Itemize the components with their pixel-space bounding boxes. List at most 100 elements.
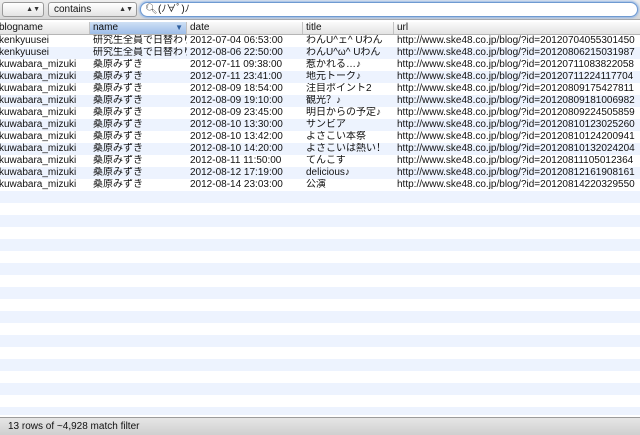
table-body[interactable]: kenkyuusei 研究生全員で日替わり 2012-07-04 06:53:00 わ… — [0, 35, 640, 415]
empty-row[interactable] — [0, 263, 640, 275]
cell-blogname: kuwabara_mizuki — [0, 107, 77, 118]
empty-row[interactable] — [0, 275, 640, 287]
table-row[interactable]: kuwabara_mizuki 桑原みずき 2012-08-10 13:30:00 サ… — [0, 119, 640, 131]
cell-blogname: kuwabara_mizuki — [0, 179, 77, 190]
empty-row[interactable] — [0, 383, 640, 395]
empty-row[interactable] — [0, 347, 640, 359]
cell-url: http://www.ske48.co.jp/blog/?id=20120810… — [397, 143, 635, 154]
empty-row[interactable] — [0, 407, 640, 415]
cell-title: よさこいは熱い！ — [306, 143, 386, 154]
table-row[interactable]: kuwabara_mizuki 桑原みずき 2012-08-10 13:42:00 よ… — [0, 131, 640, 143]
cell-date: 2012-08-11 11:50:00 — [190, 155, 282, 166]
filter-search-value: (ﾉ∀ﾟ)ﾉ — [158, 4, 190, 15]
operator-popup[interactable]: contains ▲▼ — [48, 2, 137, 17]
cell-title: 地元トーク♪ — [306, 71, 361, 82]
table-header: blogname name ▼ date title url — [0, 22, 640, 35]
cell-blogname: kuwabara_mizuki — [0, 155, 77, 166]
cell-name: 研究生全員で日替わり — [93, 35, 187, 46]
table-row[interactable]: kuwabara_mizuki 桑原みずき 2012-08-09 18:54:00 注… — [0, 83, 640, 95]
cell-date: 2012-08-10 13:42:00 — [190, 131, 283, 142]
cell-date: 2012-08-10 13:30:00 — [190, 119, 283, 130]
cell-url: http://www.ske48.co.jp/blog/?id=20120814… — [397, 179, 635, 190]
empty-row[interactable] — [0, 287, 640, 299]
cell-url: http://www.ske48.co.jp/blog/?id=20120809… — [397, 95, 635, 106]
status-bar: 13 rows of ~4,928 match filter — [0, 417, 640, 435]
table-row[interactable]: kuwabara_mizuki 桑原みずき 2012-08-12 17:19:00 d… — [0, 167, 640, 179]
column-header-name[interactable]: name ▼ — [90, 22, 187, 34]
empty-row[interactable] — [0, 371, 640, 383]
cell-title: 明日からの予定♪ — [306, 107, 381, 118]
cell-url: http://www.ske48.co.jp/blog/?id=20120806… — [397, 47, 635, 58]
cell-name: 研究生全員で日替わり — [93, 47, 187, 58]
cell-blogname: kuwabara_mizuki — [0, 71, 77, 82]
cell-url: http://www.ske48.co.jp/blog/?id=20120809… — [397, 107, 635, 118]
empty-row[interactable] — [0, 335, 640, 347]
empty-row[interactable] — [0, 251, 640, 263]
cell-title: サンビア — [306, 119, 346, 130]
cell-url: http://www.ske48.co.jp/blog/?id=20120809… — [397, 83, 634, 94]
cell-blogname: kuwabara_mizuki — [0, 131, 77, 142]
table-row[interactable]: kuwabara_mizuki 桑原みずき 2012-08-10 14:20:00 よ… — [0, 143, 640, 155]
cell-date: 2012-08-09 18:54:00 — [190, 83, 283, 94]
cell-url: http://www.ske48.co.jp/blog/?id=20120810… — [397, 119, 635, 130]
cell-name: 桑原みずき — [93, 71, 143, 82]
cell-title: delicious♪ — [306, 167, 350, 178]
column-header-title[interactable]: title — [303, 22, 394, 34]
cell-blogname: kuwabara_mizuki — [0, 83, 77, 94]
empty-row[interactable] — [0, 311, 640, 323]
cell-date: 2012-08-10 14:20:00 — [190, 143, 283, 154]
column-header-date[interactable]: date — [187, 22, 303, 34]
empty-row[interactable] — [0, 191, 640, 203]
table-row[interactable]: kenkyuusei 研究生全員で日替わり 2012-07-04 06:53:00 わ… — [0, 35, 640, 47]
cell-name: 桑原みずき — [93, 83, 143, 94]
cell-date: 2012-08-09 23:45:00 — [190, 107, 283, 118]
cell-name: 桑原みずき — [93, 155, 143, 166]
filter-search-input[interactable]: 🔍︎ (ﾉ∀ﾟ)ﾉ — [140, 2, 638, 17]
empty-row[interactable] — [0, 299, 640, 311]
cell-name: 桑原みずき — [93, 167, 143, 178]
cell-url: http://www.ske48.co.jp/blog/?id=20120810… — [397, 131, 635, 142]
cell-url: http://www.ske48.co.jp/blog/?id=20120704… — [397, 35, 635, 46]
cell-url: http://www.ske48.co.jp/blog/?id=20120811… — [397, 155, 634, 166]
cell-url: http://www.ske48.co.jp/blog/?id=20120711… — [397, 59, 634, 70]
empty-row[interactable] — [0, 215, 640, 227]
cell-date: 2012-08-06 22:50:00 — [190, 47, 283, 58]
column-header-label: name — [93, 22, 119, 33]
column-header-blogname[interactable]: blogname — [0, 22, 90, 34]
empty-row[interactable] — [0, 323, 640, 335]
empty-row[interactable] — [0, 395, 640, 407]
cell-title: よさこい本祭 — [306, 131, 366, 142]
column-popup[interactable]: ▲▼ — [2, 2, 44, 17]
cell-date: 2012-08-12 17:19:00 — [190, 167, 283, 178]
cell-blogname: kuwabara_mizuki — [0, 95, 77, 106]
empty-row[interactable] — [0, 359, 640, 371]
empty-row[interactable] — [0, 227, 640, 239]
cell-blogname: kuwabara_mizuki — [0, 167, 77, 178]
table-row[interactable]: kuwabara_mizuki 桑原みずき 2012-07-11 23:41:00 地… — [0, 71, 640, 83]
empty-row[interactable] — [0, 239, 640, 251]
empty-row[interactable] — [0, 203, 640, 215]
cell-name: 桑原みずき — [93, 131, 143, 142]
column-header-url[interactable]: url — [394, 22, 640, 34]
sort-descending-icon: ▼ — [175, 23, 183, 32]
cell-title: 注目ポイント2 — [306, 83, 372, 94]
cell-url: http://www.ske48.co.jp/blog/?id=20120812… — [397, 167, 635, 178]
table-row[interactable]: kenkyuusei 研究生全員で日替わり 2012-08-06 22:50:00 わ… — [0, 47, 640, 59]
status-text: 13 rows of ~4,928 match filter — [8, 421, 140, 432]
cell-blogname: kuwabara_mizuki — [0, 119, 77, 130]
table-row[interactable]: kuwabara_mizuki 桑原みずき 2012-08-11 11:50:00 て… — [0, 155, 640, 167]
cell-date: 2012-08-14 23:03:00 — [190, 179, 283, 190]
table-row[interactable]: kuwabara_mizuki 桑原みずき 2012-08-14 23:03:00 公… — [0, 179, 640, 191]
cell-name: 桑原みずき — [93, 143, 143, 154]
cell-name: 桑原みずき — [93, 95, 143, 106]
cell-title: 観光？♪ — [306, 95, 341, 106]
table-row[interactable]: kuwabara_mizuki 桑原みずき 2012-08-09 19:10:00 観… — [0, 95, 640, 107]
cell-title: てんこす — [306, 155, 346, 166]
operator-popup-label: contains — [54, 4, 92, 15]
cell-blogname: kuwabara_mizuki — [0, 143, 77, 154]
cell-title: 公演 — [306, 179, 326, 190]
updown-arrows-icon: ▲▼ — [26, 6, 40, 13]
table-row[interactable]: kuwabara_mizuki 桑原みずき 2012-07-11 09:38:00 惹… — [0, 59, 640, 71]
table-row[interactable]: kuwabara_mizuki 桑原みずき 2012-08-09 23:45:00 明… — [0, 107, 640, 119]
cell-blogname: kuwabara_mizuki — [0, 59, 77, 70]
